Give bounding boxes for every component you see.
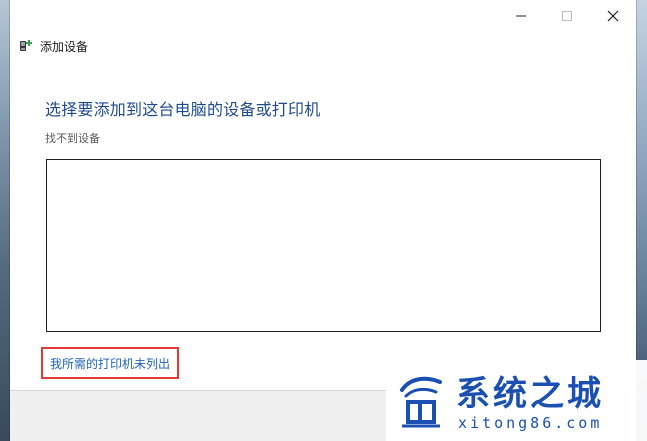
minimize-icon xyxy=(516,11,526,21)
desktop-edge-left xyxy=(0,0,10,441)
title-bar[interactable] xyxy=(10,0,636,32)
window-title: 添加设备 xyxy=(40,39,89,54)
maximize-button[interactable] xyxy=(544,0,590,32)
watermark-logo-icon xyxy=(396,372,446,430)
dialog-header: 添加设备 xyxy=(18,36,88,56)
close-button[interactable] xyxy=(590,0,636,32)
watermark: 系统之城 xitong86.com xyxy=(386,360,647,441)
page-title: 选择要添加到这台电脑的设备或打印机 xyxy=(45,100,321,119)
close-icon xyxy=(607,10,619,22)
watermark-brand-en: xitong86.com xyxy=(458,414,603,432)
search-status: 找不到设备 xyxy=(45,132,100,145)
device-list[interactable] xyxy=(46,159,601,332)
main-content: 选择要添加到这台电脑的设备或打印机 找不到设备 xyxy=(45,100,605,146)
minimize-button[interactable] xyxy=(498,0,544,32)
missing-printer-link[interactable]: 我所需的打印机未列出 xyxy=(50,355,170,372)
missing-printer-link-highlight: 我所需的打印机未列出 xyxy=(41,347,180,379)
watermark-brand-cn: 系统之城 xyxy=(456,374,604,414)
add-device-icon xyxy=(18,38,34,54)
maximize-icon xyxy=(562,11,572,21)
